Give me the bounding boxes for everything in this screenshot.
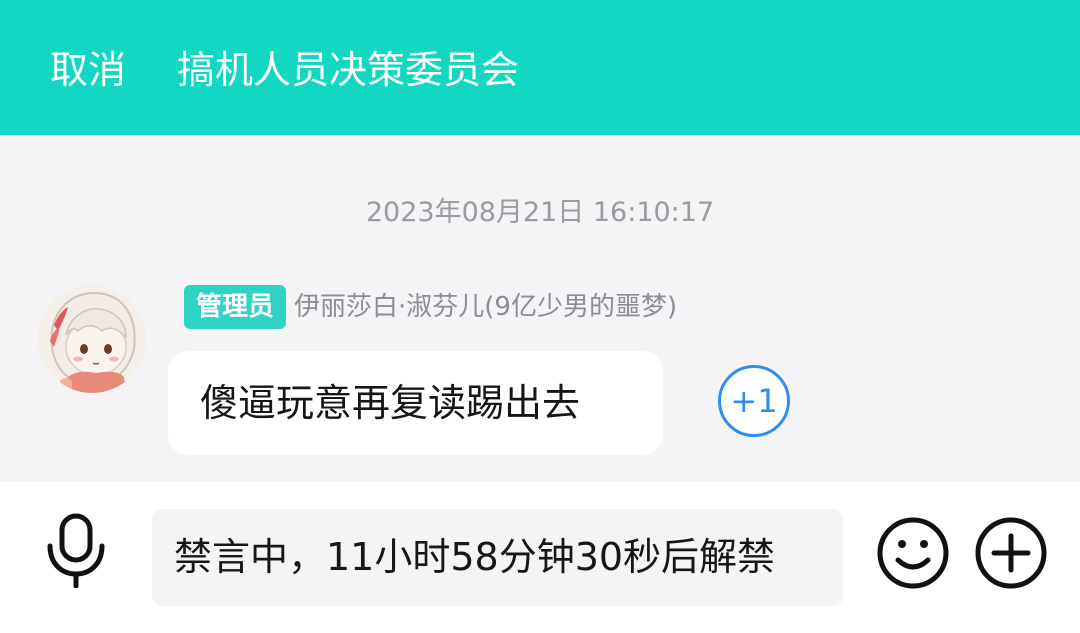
sender-avatar[interactable] [38, 285, 146, 393]
input-bar: 禁言中，11小时58分钟30秒后解禁 [0, 482, 1080, 633]
anime-avatar [38, 285, 146, 393]
plus-circle-icon[interactable] [974, 516, 1048, 590]
cancel-button[interactable]: 取消 [50, 44, 126, 96]
sender-row: 管理员 伊丽莎白·淑芬儿(9亿少男的噩梦) [184, 285, 677, 329]
message-timestamp: 2023年08月21日 16:10:17 [365, 197, 715, 228]
group-title: 搞机人员决策委员会 [177, 48, 520, 92]
message-input-muted[interactable]: 禁言中，11小时58分钟30秒后解禁 [152, 509, 843, 606]
message-bubble[interactable]: 傻逼玩意再复读踢出去 [168, 351, 663, 455]
admin-badge: 管理员 [184, 285, 287, 329]
microphone-icon[interactable] [40, 512, 112, 589]
smiley-icon[interactable] [876, 516, 950, 590]
chat-area[interactable]: 2023年08月21日 16:10:17 管理员 伊丽莎白·淑芬儿(9亿少男的噩… [0, 135, 1080, 482]
plus-one-button[interactable]: +1 [718, 365, 790, 437]
sender-name[interactable]: 伊丽莎白·淑芬儿(9亿少男的噩梦) [294, 285, 677, 329]
top-bar: 取消 搞机人员决策委员会 [0, 0, 1080, 135]
